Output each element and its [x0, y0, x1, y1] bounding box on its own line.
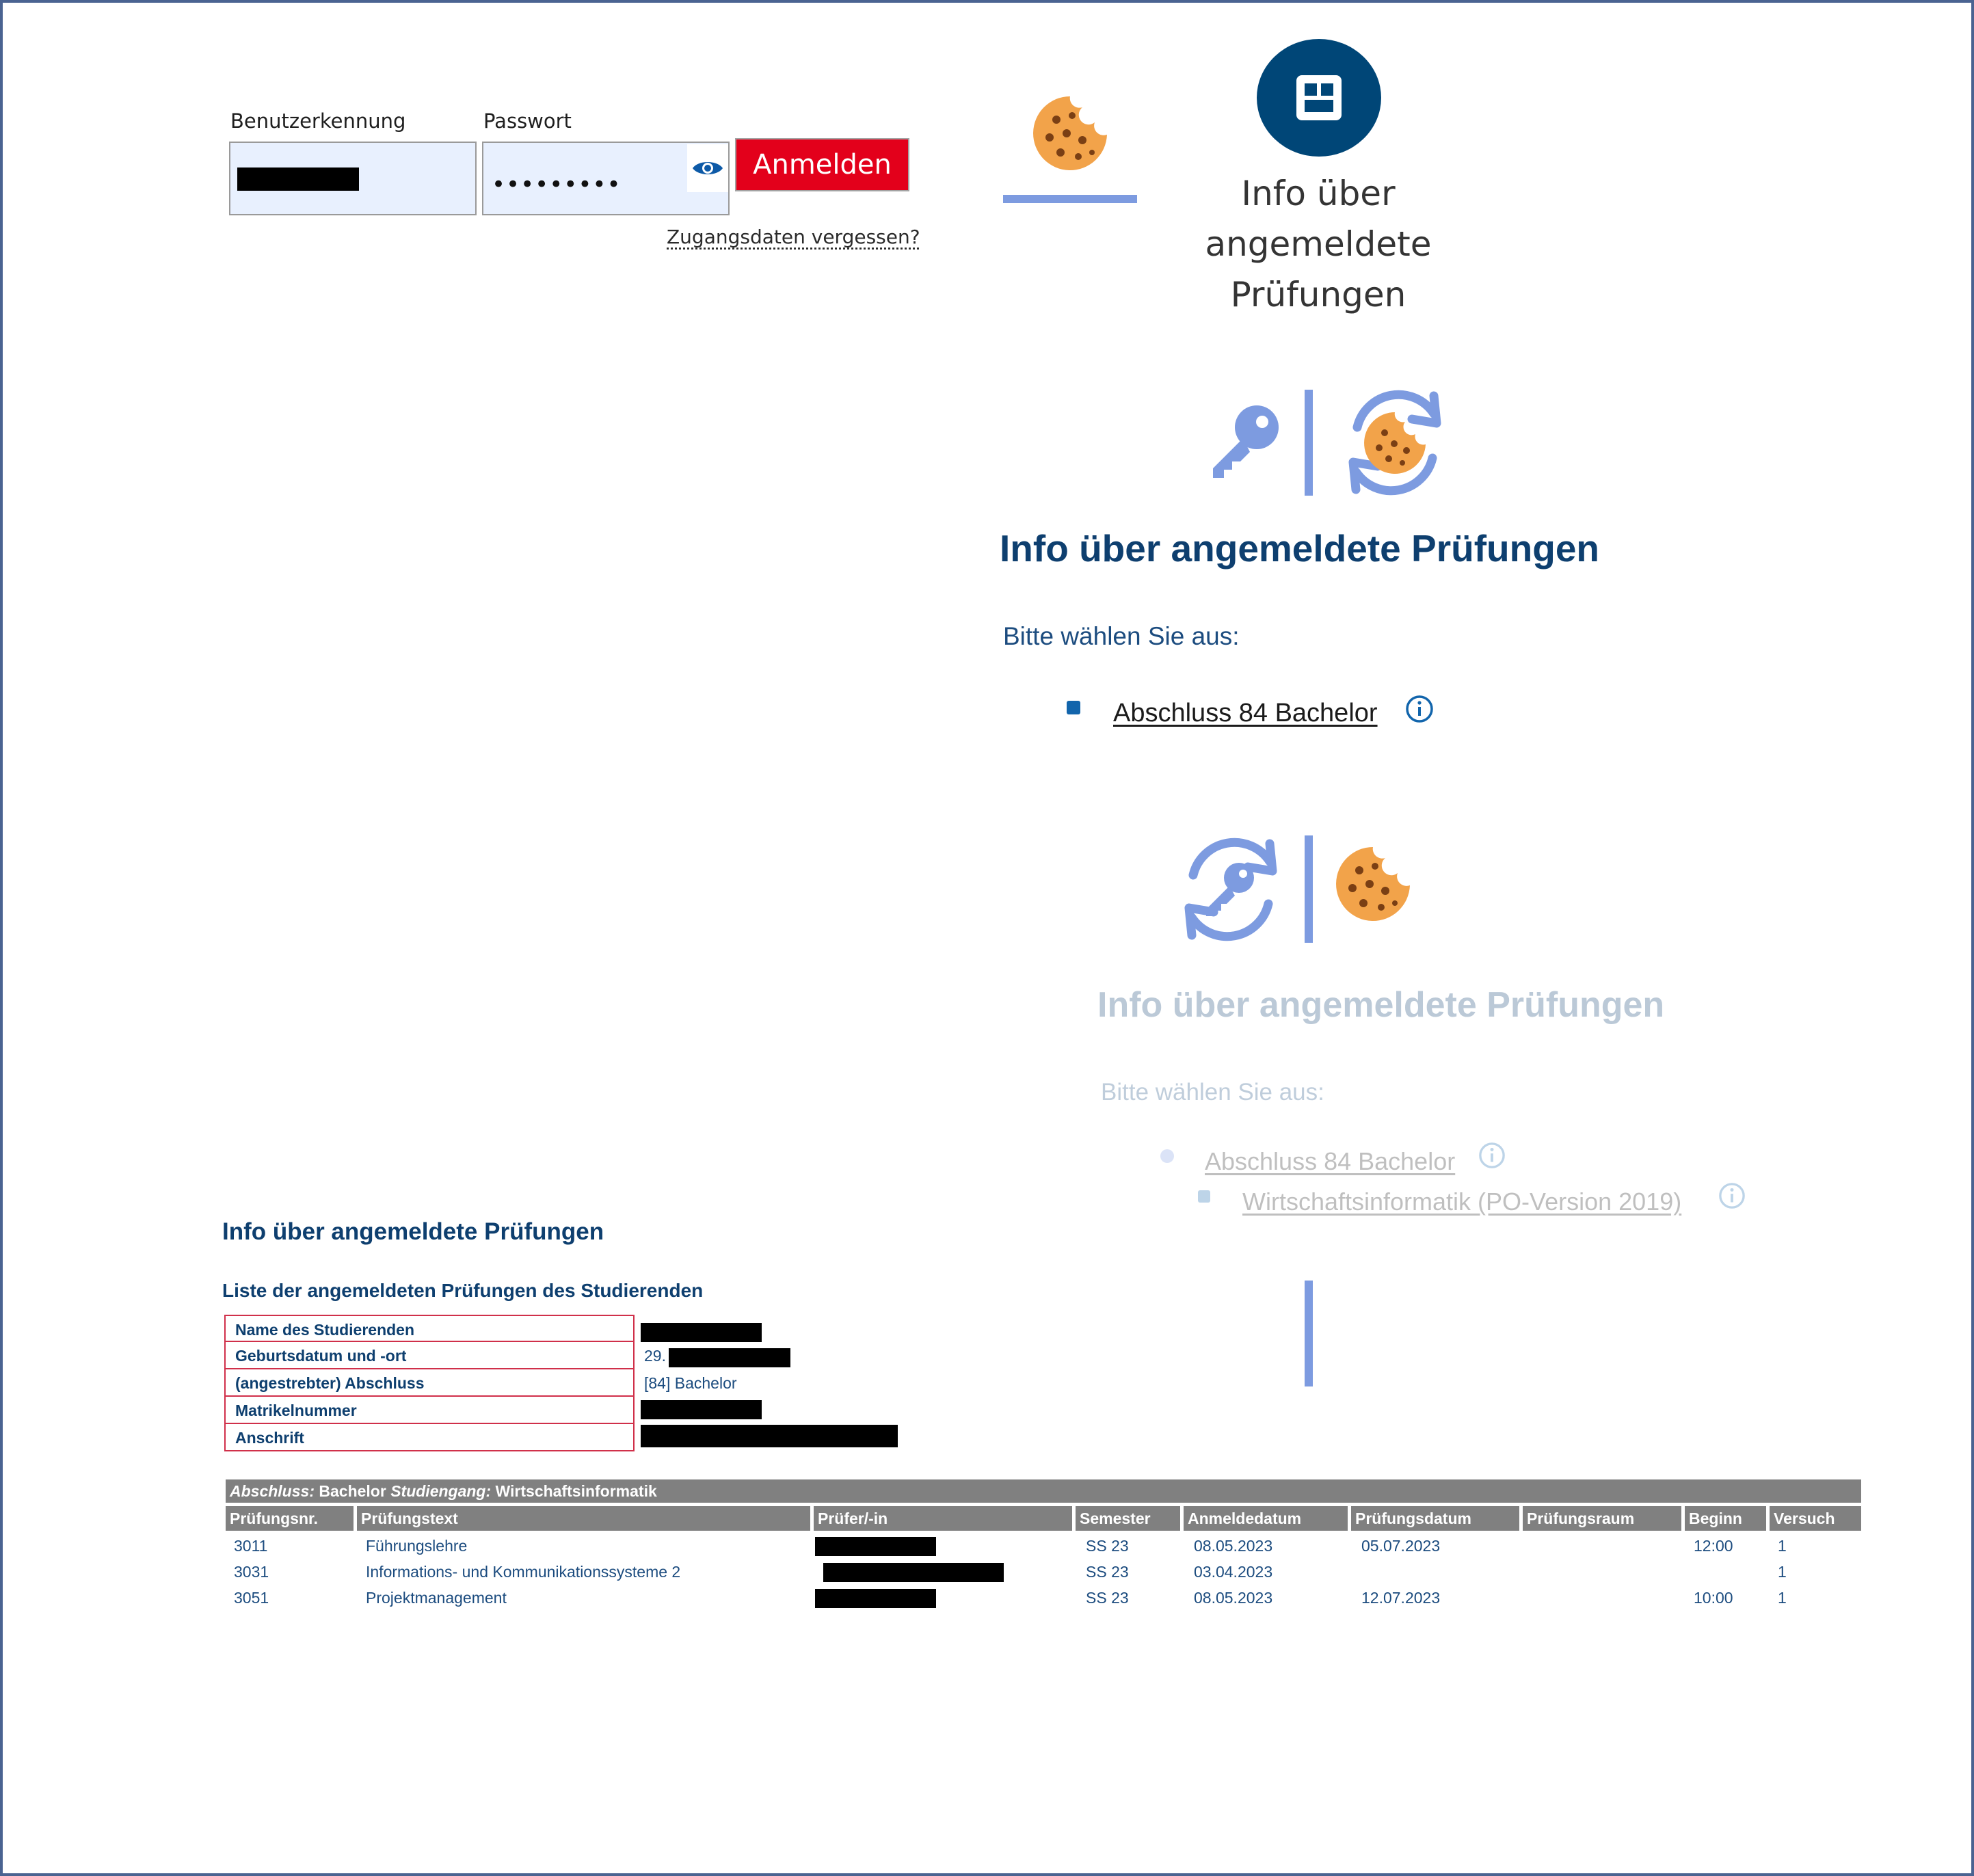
- exam-info-tab-label[interactable]: Info über angemeldete Prüfungen: [1168, 168, 1469, 320]
- dashboard-icon: [1296, 75, 1342, 120]
- cell-semester: SS 23: [1086, 1589, 1129, 1607]
- list-bullet-square: [1198, 1190, 1210, 1203]
- cell-versuch: 1: [1778, 1589, 1787, 1607]
- list-subtitle: Liste der angemeldeten Prüfungen des Stu…: [222, 1280, 704, 1301]
- redaction-matrikelnummer: [641, 1400, 762, 1419]
- col-versuch: Versuch: [1770, 1506, 1861, 1531]
- label-anschrift: Anschrift: [224, 1424, 635, 1451]
- cell-anmeldedatum: 03.04.2023: [1194, 1563, 1273, 1581]
- list-bullet-circle: [1160, 1149, 1174, 1163]
- exam-info-tab-button[interactable]: [1257, 39, 1381, 157]
- redaction-pruefer: [815, 1537, 936, 1556]
- table-row: 3011 Führungslehre SS 23 08.05.2023 05.0…: [226, 1533, 1861, 1559]
- col-beginn: Beginn: [1685, 1506, 1766, 1531]
- cell-beginn: 10:00: [1694, 1589, 1733, 1607]
- label-matrikelnummer: Matrikelnummer: [224, 1397, 635, 1424]
- table-row: 3051 Projektmanagement SS 23 08.05.2023 …: [226, 1585, 1861, 1611]
- cell-semester: SS 23: [1086, 1563, 1129, 1581]
- cell-nr: 3011: [234, 1537, 268, 1555]
- info-icon[interactable]: [1718, 1182, 1746, 1209]
- password-value: •••••••••: [492, 171, 622, 198]
- label-abschluss: (angestrebter) Abschluss: [224, 1369, 635, 1397]
- cookie-icon: [1033, 96, 1107, 170]
- cell-nr: 3031: [234, 1563, 269, 1581]
- cell-pruefungsdatum: 12.07.2023: [1361, 1589, 1441, 1607]
- cell-semester: SS 23: [1086, 1537, 1129, 1555]
- cookie-tab[interactable]: [1029, 92, 1111, 174]
- refresh-icon: [1348, 390, 1441, 496]
- studiengang-link[interactable]: Wirtschaftsinformatik (PO-Version 2019): [1242, 1188, 1681, 1216]
- redaction-pruefer: [815, 1589, 936, 1608]
- redaction-geburtsdatum: [669, 1348, 790, 1367]
- refresh-cookie-icon: [1337, 379, 1453, 506]
- cell-text: Informations- und Kommunikationssysteme …: [366, 1563, 681, 1581]
- icon-separator: [1305, 390, 1313, 496]
- abschluss-link[interactable]: Abschluss 84 Bachelor: [1113, 699, 1378, 728]
- student-info-labels: Name des Studierenden Geburtsdatum und -…: [224, 1315, 635, 1451]
- cell-pruefungsdatum: 05.07.2023: [1361, 1537, 1441, 1555]
- value-abschluss: [84] Bachelor: [644, 1374, 737, 1392]
- cell-text: Projektmanagement: [366, 1589, 507, 1607]
- refresh-key-icon: [1173, 827, 1289, 950]
- col-semester: Semester: [1076, 1506, 1180, 1531]
- col-pruefungstext: Prüfungstext: [357, 1506, 810, 1531]
- username-input[interactable]: [229, 142, 477, 215]
- cell-versuch: 1: [1778, 1563, 1787, 1581]
- cell-text: Führungslehre: [366, 1537, 468, 1555]
- label-name: Name des Studierenden: [224, 1315, 635, 1342]
- screen2-prompt: Bitte wählen Sie aus:: [1101, 1079, 1324, 1106]
- cell-anmeldedatum: 08.05.2023: [1194, 1537, 1273, 1555]
- redaction-name: [641, 1323, 762, 1342]
- screen2-title: Info über angemeldete Prüfungen: [1097, 985, 1665, 1025]
- cell-anmeldedatum: 08.05.2023: [1194, 1589, 1273, 1607]
- list-bullet: [1067, 701, 1080, 714]
- info-icon[interactable]: [1405, 695, 1434, 723]
- col-pruefungsnr: Prüfungsnr.: [226, 1506, 354, 1531]
- cell-nr: 3051: [234, 1589, 269, 1607]
- cell-beginn: 12:00: [1694, 1537, 1733, 1555]
- username-label: Benutzerkennung: [230, 109, 406, 133]
- forgot-credentials-link[interactable]: Zugangsdaten vergessen?: [667, 226, 920, 248]
- col-pruefer: Prüfer/-in: [814, 1506, 1072, 1531]
- abschluss-link-2[interactable]: Abschluss 84 Bachelor: [1205, 1147, 1455, 1176]
- show-password-button[interactable]: [687, 144, 728, 192]
- screen1-prompt: Bitte wählen Sie aus:: [1003, 622, 1240, 650]
- label-geburtsdatum: Geburtsdatum und -ort: [224, 1342, 635, 1369]
- icon-separator-2: [1305, 835, 1313, 943]
- col-pruefungsdatum: Prüfungsdatum: [1351, 1506, 1519, 1531]
- eye-icon: [693, 162, 723, 174]
- col-pruefungsraum: Prüfungsraum: [1523, 1506, 1681, 1531]
- password-label: Passwort: [483, 109, 572, 133]
- login-button[interactable]: Anmelden: [735, 138, 909, 191]
- refresh-icon: [1184, 838, 1277, 941]
- key-icon: [1206, 863, 1254, 916]
- active-tab-underline: [1003, 195, 1137, 203]
- col-anmeldedatum: Anmeldedatum: [1184, 1506, 1348, 1531]
- username-redaction: [237, 168, 359, 191]
- screen1-title: Info über angemeldete Prüfungen: [1000, 527, 1600, 570]
- loading-separator: [1305, 1281, 1313, 1386]
- redaction-pruefer: [823, 1563, 1004, 1582]
- cookie-icon: [1332, 843, 1414, 925]
- exam-table-caption: Abschluss: Bachelor Studiengang: Wirtsch…: [226, 1479, 1861, 1503]
- password-input[interactable]: •••••••••: [482, 142, 730, 215]
- exam-table-header: Prüfungsnr. Prüfungstext Prüfer/-in Seme…: [226, 1506, 1861, 1531]
- redaction-anschrift: [641, 1425, 898, 1447]
- cell-versuch: 1: [1778, 1537, 1787, 1555]
- table-row: 3031 Informations- und Kommunikationssys…: [226, 1559, 1861, 1585]
- key-icon: [1203, 400, 1285, 482]
- list-title: Info über angemeldete Prüfungen: [222, 1218, 604, 1245]
- info-icon[interactable]: [1478, 1142, 1506, 1169]
